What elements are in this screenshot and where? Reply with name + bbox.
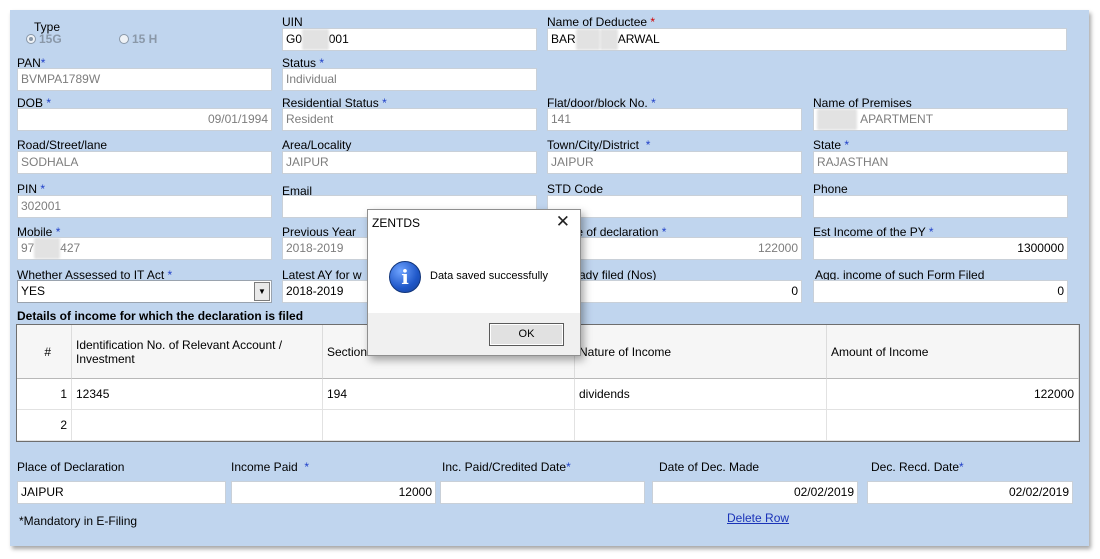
table-row-1-amount[interactable]: 122000 [827,379,1079,410]
residential-status-field[interactable]: Resident [282,108,537,131]
status-field[interactable]: Individual [282,68,537,91]
town-field[interactable]: JAIPUR [547,151,802,174]
dec-made-field[interactable]: 02/02/2019 [652,481,858,504]
paid-date-field[interactable] [440,481,645,504]
income-of-declaration-field[interactable]: 122000 [547,237,802,260]
est-income-field[interactable]: 1300000 [813,237,1068,260]
ok-button[interactable]: OK [489,323,564,346]
assessed-select[interactable]: YES ▼ [17,280,272,303]
table-row-2-no: 2 [17,410,72,441]
uin-field[interactable]: G00000001 [282,28,537,51]
col-header-nature: Nature of Income [575,325,827,379]
paid-date-label: Inc. Paid/Credited Date* [442,460,571,474]
dialog-footer: OK [368,313,580,355]
radio-selected-icon [26,34,36,44]
info-icon: i [389,261,421,293]
agg-income-field[interactable]: 0 [813,280,1068,303]
col-header-no: # [17,325,72,379]
table-row-2-section[interactable] [323,410,575,441]
town-label: Town/City/District * [547,138,651,152]
road-label: Road/Street/lane [17,138,108,152]
phone-field[interactable] [813,195,1068,218]
table-row-1-identification[interactable]: 12345 [72,379,323,410]
table-row-1-no: 1 [17,379,72,410]
dialog-message: Data saved successfully [430,270,548,282]
deductee-name-label: Name of Deductee * [547,15,656,29]
income-paid-field[interactable]: 12000 [231,481,436,504]
already-filed-field[interactable]: 0 [547,280,802,303]
message-dialog: ZENTDS ✕ i Data saved successfully OK [367,209,581,356]
mandatory-note: *Mandatory in E-Filing [19,514,138,528]
income-paid-label: Income Paid * [231,460,310,474]
pin-field[interactable]: 302001 [17,195,272,218]
table-row-2-identification[interactable] [72,410,323,441]
radio-icon [119,34,129,44]
col-header-amount: Amount of Income [827,325,1079,379]
state-field[interactable]: RAJASTHAN [813,151,1068,174]
table-row-1-nature[interactable]: dividends [575,379,827,410]
pan-field[interactable]: BVMPA1789W [17,68,272,91]
type-radio-15g[interactable]: 15G [26,32,62,46]
pin-label: PIN * [17,182,46,196]
flat-field[interactable]: 141 [547,108,802,131]
state-label: State * [813,138,850,152]
dropdown-arrow-icon[interactable]: ▼ [254,282,270,301]
std-code-field[interactable] [547,195,802,218]
type-radio-15h[interactable]: 15 H [119,32,157,46]
area-field[interactable]: JAIPUR [282,151,537,174]
col-header-identification: Identification No. of Relevant Account /… [72,325,323,379]
premises-field[interactable]: GOYAL APARTMENT [813,108,1068,131]
table-row-2-nature[interactable] [575,410,827,441]
phone-label: Phone [813,182,848,196]
dob-field[interactable]: 09/01/1994 [17,108,272,131]
details-title: Details of income for which the declarat… [17,309,304,323]
dialog-title: ZENTDS [372,216,420,230]
dec-recd-field[interactable]: 02/02/2019 [867,481,1073,504]
dec-recd-label: Dec. Recd. Date* [871,460,964,474]
place-field[interactable]: JAIPUR [17,481,226,504]
dec-made-label: Date of Dec. Made [659,460,760,474]
road-field[interactable]: SODHALA [17,151,272,174]
place-label: Place of Declaration [17,460,125,474]
table-row-2-amount[interactable] [827,410,1079,441]
uin-label: UIN [282,15,303,29]
std-code-label: STD Code [547,182,604,196]
deductee-name-field[interactable]: BARKHAAGARWAL [547,28,1067,51]
delete-row-link[interactable]: Delete Row [727,511,789,525]
table-row-1-section[interactable]: 194 [323,379,575,410]
close-icon[interactable]: ✕ [556,212,570,232]
area-label: Area/Locality [282,138,352,152]
mobile-field[interactable]: 979911427 [17,237,272,260]
